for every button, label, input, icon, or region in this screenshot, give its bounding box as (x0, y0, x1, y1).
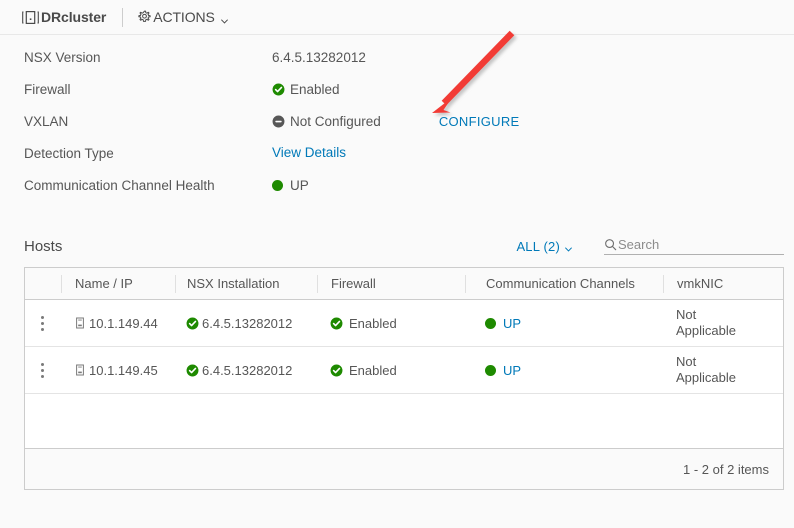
dot-green-icon (272, 179, 283, 191)
table-header-row: Name / IP NSX Installation Firewall Comm… (25, 268, 783, 300)
detail-label: NSX Version (24, 50, 101, 65)
hosts-filter-label: ALL (2) (516, 238, 560, 254)
detail-label: Communication Channel Health (24, 178, 215, 193)
detail-row-firewall: Firewall Enabled (24, 81, 794, 113)
pagination-summary: 1 - 2 of 2 items (683, 461, 769, 477)
check-circle-green-icon (330, 364, 343, 377)
cell-vmknic: Not Applicable (663, 354, 783, 386)
nsx-version-value: 6.4.5.13282012 (202, 362, 293, 378)
check-circle-green-icon (272, 83, 285, 96)
kebab-menu-icon[interactable] (41, 315, 45, 331)
detail-value-group: Not Configured CONFIGURE (272, 113, 520, 129)
detail-value: Not Configured (290, 114, 381, 129)
detail-label: VXLAN (24, 114, 69, 129)
summary-details: NSX Version 6.4.5.13282012 Firewall Enab… (0, 35, 794, 209)
cell-communication-channels: UP (465, 363, 663, 378)
chevron-down-icon (220, 13, 228, 24)
detail-row-detection-type: Detection Type View Details (24, 145, 794, 177)
check-circle-green-icon (186, 364, 199, 377)
column-header-firewall[interactable]: Firewall (317, 274, 465, 293)
vmknic-value: Not Applicable (676, 307, 736, 338)
nsx-version-value: 6.4.5.13282012 (202, 315, 293, 331)
detail-row-nsx-version: NSX Version 6.4.5.13282012 (24, 49, 794, 81)
object-header-bar: DRcluster ACTIONS (0, 0, 794, 35)
search-icon (604, 238, 617, 251)
cluster-icon (22, 9, 39, 26)
detail-label: Detection Type (24, 146, 114, 161)
cell-firewall: Enabled (317, 363, 465, 378)
cell-name-ip: 10.1.149.45 (61, 363, 175, 378)
hosts-section-title: Hosts (24, 237, 63, 255)
cell-nsx-installation: 6.4.5.13282012 (175, 316, 317, 331)
hosts-toolbar-right: ALL (2) (516, 237, 784, 255)
detail-value: 6.4.5.13282012 (272, 50, 366, 65)
hosts-toolbar: Hosts ALL (2) (0, 231, 794, 261)
minus-circle-grey-icon (272, 115, 285, 128)
detail-value-group: View Details (272, 145, 346, 160)
check-circle-green-icon (186, 317, 199, 330)
column-header-vmknic[interactable]: vmkNIC (663, 274, 783, 293)
actions-menu-button[interactable]: ACTIONS (137, 9, 228, 25)
detail-value-group: 6.4.5.13282012 (272, 49, 366, 65)
hosts-search-box[interactable] (604, 237, 784, 255)
actions-label: ACTIONS (153, 9, 215, 25)
host-ip-value: 10.1.149.44 (89, 315, 158, 331)
object-name-label: DRcluster (41, 9, 107, 25)
detail-value: Enabled (290, 82, 340, 97)
host-icon (74, 364, 86, 376)
table-footer: 1 - 2 of 2 items (25, 448, 783, 489)
detail-value-group: Enabled (272, 81, 340, 97)
column-header-menu (25, 275, 61, 293)
cell-name-ip: 10.1.149.44 (61, 316, 175, 331)
view-details-link[interactable]: View Details (272, 145, 346, 160)
detail-label: Firewall (24, 82, 71, 97)
dot-green-icon (485, 317, 496, 329)
hosts-table: Name / IP NSX Installation Firewall Comm… (24, 267, 784, 490)
cell-firewall: Enabled (317, 316, 465, 331)
configure-link[interactable]: CONFIGURE (439, 113, 520, 129)
detail-row-vxlan: VXLAN Not Configured CONFIGURE (24, 113, 794, 145)
firewall-status-value: Enabled (349, 315, 397, 331)
gear-icon (137, 10, 152, 25)
chevron-down-icon (564, 242, 573, 252)
host-ip-value: 10.1.149.45 (89, 362, 158, 378)
header-divider (122, 7, 124, 27)
row-menu-cell (25, 362, 61, 378)
cell-nsx-installation: 6.4.5.13282012 (175, 363, 317, 378)
detail-value: UP (290, 178, 309, 193)
detail-value-group: UP (272, 177, 309, 193)
communication-channel-status-link[interactable]: UP (503, 316, 521, 331)
object-title: DRcluster (22, 9, 106, 26)
cell-communication-channels: UP (465, 316, 663, 331)
table-row[interactable]: 10.1.149.44 6.4.5.13282012 Enabled UP No… (25, 300, 783, 347)
column-header-nsx-installation[interactable]: NSX Installation (175, 274, 317, 293)
kebab-menu-icon[interactable] (41, 362, 45, 378)
column-header-name-ip[interactable]: Name / IP (61, 274, 175, 293)
table-row[interactable]: 10.1.149.45 6.4.5.13282012 Enabled UP No… (25, 347, 783, 394)
host-icon (74, 317, 86, 329)
communication-channel-status-link[interactable]: UP (503, 363, 521, 378)
row-menu-cell (25, 315, 61, 331)
dot-green-icon (485, 364, 496, 376)
column-header-communication-channels[interactable]: Communication Channels (465, 274, 663, 293)
firewall-status-value: Enabled (349, 362, 397, 378)
table-body: 10.1.149.44 6.4.5.13282012 Enabled UP No… (25, 300, 783, 448)
search-input[interactable] (618, 237, 784, 252)
cell-vmknic: Not Applicable (663, 307, 783, 339)
hosts-filter-dropdown[interactable]: ALL (2) (516, 238, 573, 254)
check-circle-green-icon (330, 317, 343, 330)
detail-row-communication-channel-health: Communication Channel Health UP (24, 177, 794, 209)
vmknic-value: Not Applicable (676, 354, 736, 385)
